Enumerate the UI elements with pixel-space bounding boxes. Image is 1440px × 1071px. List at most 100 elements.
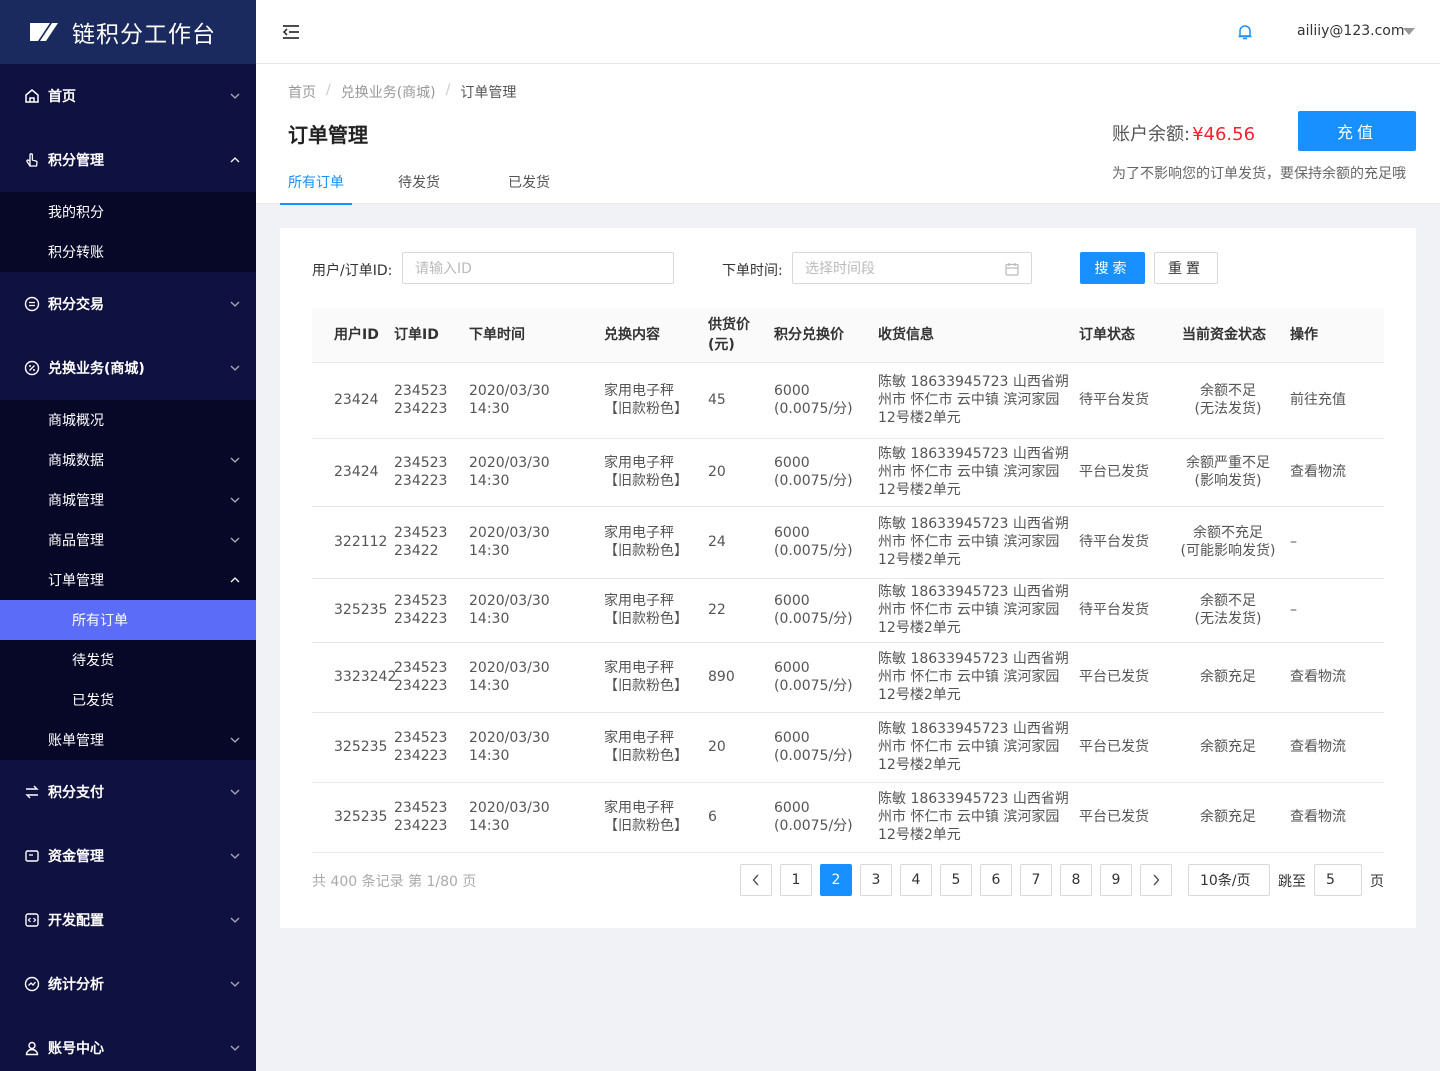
page-number-button[interactable]: 4: [900, 864, 932, 896]
sidebar-item-all-orders[interactable]: 所有订单: [0, 600, 256, 640]
pagination: 123456789: [740, 864, 1180, 896]
sidebar-item-mall[interactable]: 兑换业务(商城): [0, 336, 256, 400]
page-number-button[interactable]: 3: [860, 864, 892, 896]
sidebar-item-goods-mgmt[interactable]: 商品管理: [0, 520, 256, 560]
points-rate: (0.0075/分): [774, 748, 853, 764]
order-id-line: 234523: [394, 800, 448, 816]
cell-item: 家用电子秤 【旧款粉色】: [594, 782, 702, 853]
sidebar-item-pending-ship[interactable]: 待发货: [0, 640, 256, 680]
row-action-link[interactable]: 查看物流: [1282, 712, 1384, 783]
sidebar-item-label: 开发配置: [48, 913, 104, 929]
menu-fold-icon[interactable]: [282, 24, 300, 40]
cell-points-price: 6000 (0.0075/分): [768, 642, 872, 713]
cell-item: 家用电子秤 【旧款粉色】: [594, 362, 702, 439]
sidebar-item-funds[interactable]: 资金管理: [0, 824, 256, 888]
order-id-line: 234523: [394, 593, 448, 609]
page-number-button[interactable]: 5: [940, 864, 972, 896]
cell-supply-price: 22: [702, 578, 768, 643]
order-tabs: 所有订单 待发货 已发货: [280, 168, 572, 205]
sidebar-item-order-mgmt[interactable]: 订单管理: [0, 560, 256, 600]
page-number-button[interactable]: 7: [1020, 864, 1052, 896]
sidebar-item-label: 首页: [48, 89, 76, 105]
page-size-select[interactable]: 10条/页: [1188, 864, 1270, 896]
sidebar-item-bill-mgmt[interactable]: 账单管理: [0, 720, 256, 760]
sidebar-item-points-pay[interactable]: 积分支付: [0, 760, 256, 824]
points-rate: (0.0075/分): [774, 818, 853, 834]
item-variant: 【旧款粉色】: [604, 678, 688, 694]
cell-order-status: 待平台发货: [1073, 578, 1174, 643]
item-name: 家用电子秤: [604, 455, 674, 471]
cell-supply-price: 6: [702, 782, 768, 853]
order-id-line: 234523: [394, 730, 448, 746]
cell-shipping-info: 陈敏 18633945723 山西省朔州市 怀仁市 云中镇 滨河家园12号楼2单…: [872, 578, 1073, 643]
page-number-button[interactable]: 2: [820, 864, 852, 896]
col-header: 供货价(元): [702, 308, 768, 363]
item-name: 家用电子秤: [604, 383, 674, 399]
row-action-link[interactable]: 查看物流: [1282, 642, 1384, 713]
row-action-link[interactable]: 前往充值: [1282, 362, 1384, 439]
points-rate: (0.0075/分): [774, 543, 853, 559]
item-variant: 【旧款粉色】: [604, 748, 688, 764]
brand-name: 链积分工作台: [72, 22, 216, 48]
sidebar-item-points-transfer[interactable]: 积分转账: [0, 232, 256, 272]
balance-hint: 为了不影响您的订单发货，要保持余额的充足哦: [1112, 166, 1406, 182]
jump-label: 跳至: [1278, 874, 1306, 890]
sidebar-item-points-trade[interactable]: 积分交易: [0, 272, 256, 336]
cell-shipping-info: 陈敏 18633945723 山西省朔州市 怀仁市 云中镇 滨河家园12号楼2单…: [872, 712, 1073, 783]
sidebar-item-label: 积分交易: [48, 297, 104, 313]
sidebar-item-home[interactable]: 首页: [0, 64, 256, 128]
breadcrumb-home[interactable]: 首页: [288, 82, 316, 102]
jump-page-input[interactable]: 5: [1314, 864, 1362, 896]
tab-shipped[interactable]: 已发货: [500, 168, 572, 204]
fund-status: 余额充足: [1200, 739, 1256, 755]
row-action-none: –: [1282, 506, 1384, 579]
item-name: 家用电子秤: [604, 525, 674, 541]
bell-icon[interactable]: [1238, 24, 1252, 40]
page-number-button[interactable]: 9: [1100, 864, 1132, 896]
id-search-input[interactable]: 请输入ID: [402, 252, 674, 284]
cell-order-id: 234523 234223: [388, 782, 463, 853]
row-action-link[interactable]: 查看物流: [1282, 782, 1384, 853]
page-suffix-label: 页: [1370, 874, 1384, 890]
search-button[interactable]: 搜索: [1080, 252, 1145, 284]
page-number-button[interactable]: 8: [1060, 864, 1092, 896]
tab-all-orders[interactable]: 所有订单: [280, 168, 352, 205]
sidebar-item-mall-data[interactable]: 商城数据: [0, 440, 256, 480]
breadcrumb-mall[interactable]: 兑换业务(商城): [341, 82, 436, 102]
calendar-icon: [1005, 263, 1019, 276]
fund-status: 余额充足: [1200, 809, 1256, 825]
cell-order-status: 平台已发货: [1073, 438, 1174, 507]
reset-button[interactable]: 重置: [1154, 252, 1218, 284]
page-number-button[interactable]: 1: [780, 864, 812, 896]
col-header: 操作: [1282, 308, 1384, 363]
sidebar-item-dev-config[interactable]: 开发配置: [0, 888, 256, 952]
recharge-button[interactable]: 充值: [1298, 111, 1416, 151]
caret-down-icon[interactable]: [1403, 28, 1415, 36]
cell-points-price: 6000 (0.0075/分): [768, 438, 872, 507]
table-row: 322112 234523 23422 2020/03/30 14:30 家用电子秤 【旧…: [312, 506, 1384, 579]
user-email[interactable]: ailiiy@123.com: [1297, 23, 1405, 39]
sidebar: 链积分工作台 首页 积分管理 我的积分 积分转账 积分交易 兑换业务(商城) 商…: [0, 0, 256, 1071]
page-number-button[interactable]: 6: [980, 864, 1012, 896]
percent-circle-icon: [24, 360, 40, 376]
next-page-button[interactable]: [1140, 864, 1172, 896]
cell-fund-status: 余额充足: [1174, 642, 1282, 713]
col-header: 订单状态: [1073, 308, 1174, 363]
sidebar-item-mall-overview[interactable]: 商城概况: [0, 400, 256, 440]
row-action-link[interactable]: 查看物流: [1282, 438, 1384, 507]
sidebar-item-shipped[interactable]: 已发货: [0, 680, 256, 720]
prev-page-button[interactable]: [740, 864, 772, 896]
cell-fund-status: 余额充足: [1174, 782, 1282, 853]
time-range-picker[interactable]: 选择时间段: [792, 252, 1032, 284]
points-value: 6000: [774, 660, 810, 676]
tab-pending-ship[interactable]: 待发货: [390, 168, 462, 204]
sidebar-item-analytics[interactable]: 统计分析: [0, 952, 256, 1016]
account-balance: 账户余额: ¥46.56: [1112, 120, 1255, 146]
sidebar-item-points-mgmt[interactable]: 积分管理: [0, 128, 256, 192]
table-row: 325235 234523 234223 2020/03/30 14:30 家用电子秤【…: [312, 578, 1384, 643]
sidebar-item-account[interactable]: 账号中心: [0, 1016, 256, 1071]
cell-shipping-info: 陈敏 18633945723 山西省朔州市 怀仁市 云中镇 滨河家园12号楼2单…: [872, 782, 1073, 853]
sidebar-item-my-points[interactable]: 我的积分: [0, 192, 256, 232]
sidebar-item-mall-mgmt[interactable]: 商城管理: [0, 480, 256, 520]
order-id-line: 234223: [394, 678, 448, 694]
